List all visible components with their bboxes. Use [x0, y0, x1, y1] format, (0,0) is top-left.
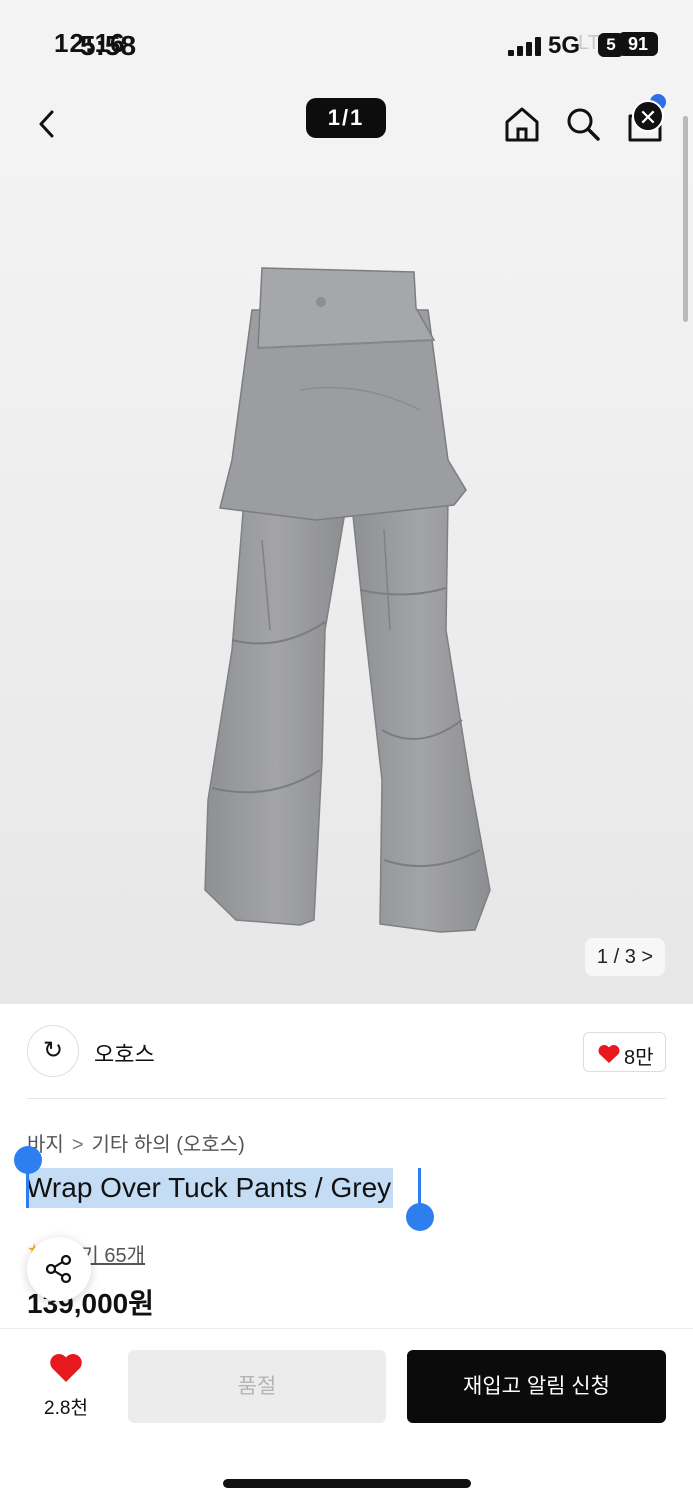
- wishlist-heart-icon[interactable]: [49, 1353, 83, 1388]
- top-nav: 1/1: [0, 90, 693, 160]
- signal-icon: [508, 36, 544, 56]
- search-icon[interactable]: [563, 104, 603, 144]
- brand-logo[interactable]: ↻: [27, 1025, 79, 1077]
- share-icon: [45, 1254, 72, 1284]
- status-bar: 12:16 5:58 5G LTE 5 91: [0, 0, 693, 90]
- breadcrumb-subcategory[interactable]: 기타 하의 (오호스): [92, 1134, 245, 1156]
- product-title[interactable]: Wrap Over Tuck Pants / Grey: [26, 1168, 393, 1208]
- brand-name[interactable]: 오호스: [94, 1037, 155, 1069]
- pants-illustration: [204, 267, 491, 933]
- breadcrumb-separator: >: [71, 1134, 84, 1156]
- image-counter: 1/1: [306, 98, 386, 138]
- soldout-button[interactable]: 품절: [128, 1350, 386, 1423]
- bottom-action-bar: 2.8천 품절 재입고 알림 신청: [0, 1328, 693, 1500]
- restock-alert-button[interactable]: 재입고 알림 신청: [407, 1350, 666, 1423]
- share-button[interactable]: [27, 1237, 91, 1301]
- selection-start-caret: [26, 1168, 29, 1208]
- home-icon[interactable]: [502, 104, 542, 144]
- wishlist-count: 2.8천: [44, 1398, 88, 1419]
- selection-end-caret: [418, 1168, 421, 1208]
- network-label: 5G: [548, 32, 581, 59]
- battery-level: 91: [618, 32, 658, 56]
- selected-text-highlight: Wrap Over Tuck Pants / Grey: [26, 1168, 394, 1208]
- breadcrumb: 바지 > 기타 하의 (오호스): [27, 1128, 245, 1157]
- status-time: 5:58: [80, 30, 137, 61]
- battery-icon: 5 91: [598, 32, 660, 58]
- heart-icon: [598, 1044, 620, 1063]
- scroll-indicator: [683, 116, 688, 322]
- brand-like-button[interactable]: 8만: [583, 1032, 666, 1072]
- close-icon[interactable]: ✕: [632, 100, 664, 132]
- product-image[interactable]: [0, 160, 693, 1004]
- home-indicator: [223, 1479, 471, 1488]
- back-icon[interactable]: [30, 106, 66, 142]
- selection-end-handle[interactable]: [406, 1203, 434, 1231]
- brand-like-count: 8만: [624, 1047, 654, 1069]
- image-pager[interactable]: 1 / 3 >: [585, 938, 665, 976]
- divider: [27, 1098, 666, 1099]
- selection-start-handle[interactable]: [14, 1146, 42, 1174]
